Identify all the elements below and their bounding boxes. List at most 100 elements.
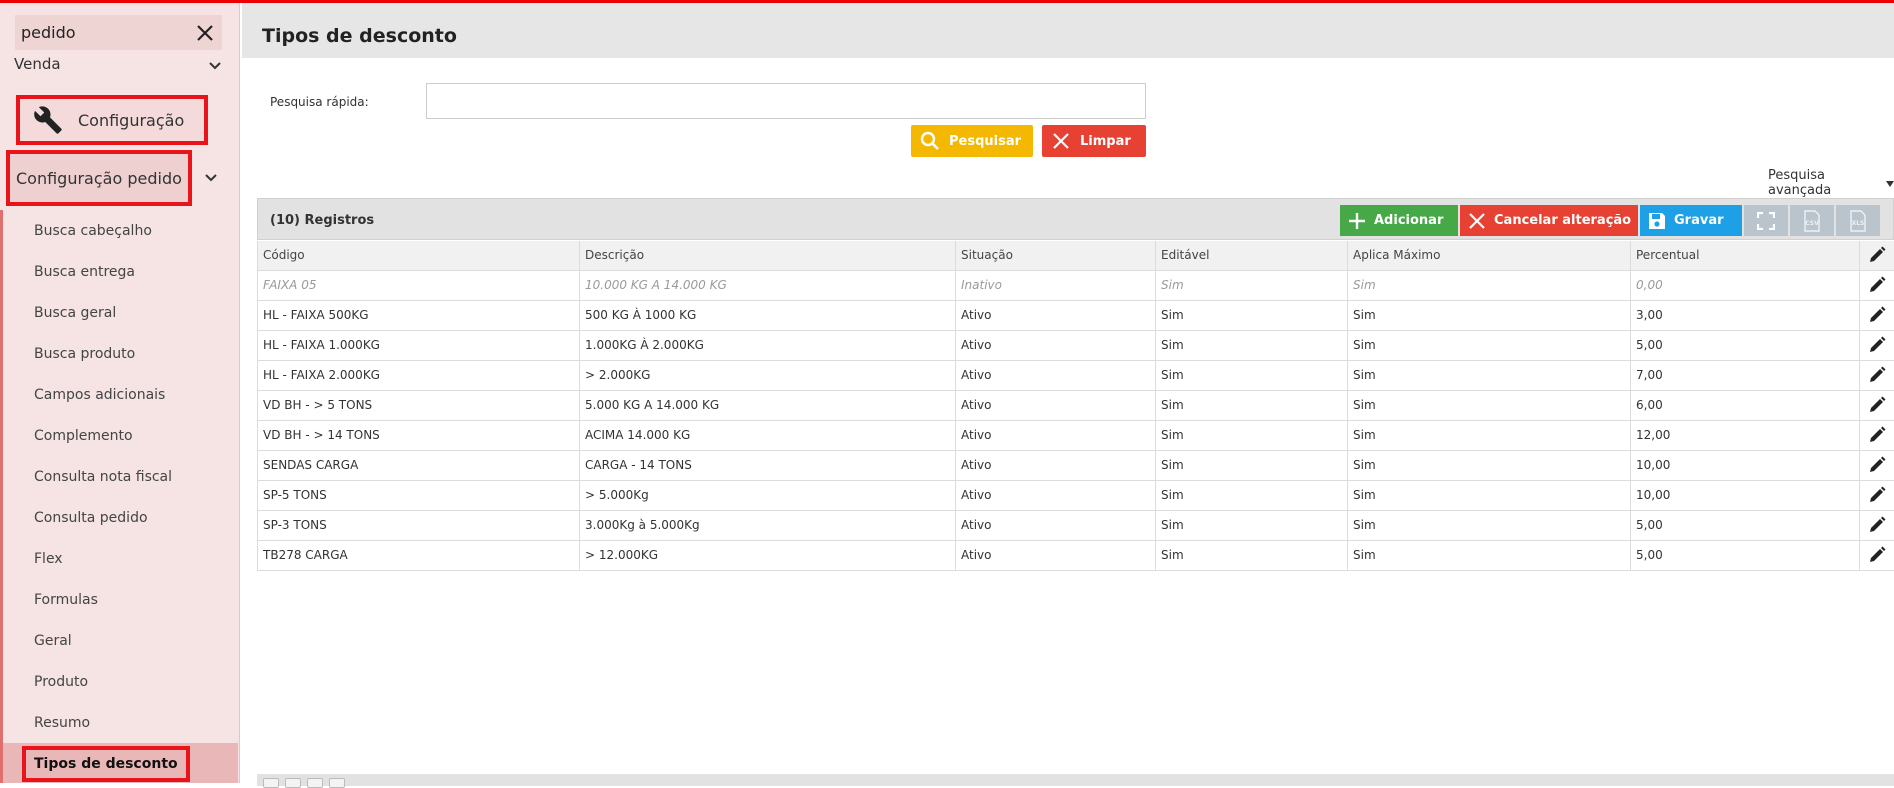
edit-row-button[interactable] [1860, 420, 1894, 450]
sidebar-item-tipos-de-desconto[interactable]: Tipos de desconto [3, 743, 238, 783]
column-header-editavel[interactable]: Editável [1156, 241, 1348, 270]
table-row[interactable]: VD BH - > 5 TONS5.000 KG A 14.000 KGAtiv… [258, 390, 1894, 420]
sidebar-item-flex[interactable]: Flex [3, 538, 238, 579]
fullscreen-button[interactable] [1744, 205, 1788, 236]
column-header-aplica-maximo[interactable]: Aplica Máximo [1348, 241, 1631, 270]
table-row[interactable]: SENDAS CARGACARGA - 14 TONSAtivoSimSim10… [258, 450, 1894, 480]
previous-page-button[interactable] [285, 778, 301, 788]
table-cell: Ativo [956, 510, 1156, 540]
edit-row-button[interactable] [1860, 330, 1894, 360]
sidebar-item-formulas[interactable]: Formulas [3, 579, 238, 620]
sidebar-item-geral[interactable]: Geral [3, 620, 238, 661]
sidebar-item-produto[interactable]: Produto [3, 661, 238, 702]
edit-row-button[interactable] [1860, 390, 1894, 420]
edit-row-button[interactable] [1860, 450, 1894, 480]
sidebar-item-busca-entrega[interactable]: Busca entrega [3, 251, 238, 292]
table-cell: SENDAS CARGA [258, 450, 580, 480]
column-header-percentual[interactable]: Percentual [1631, 241, 1860, 270]
table-row[interactable]: HL - FAIXA 2.000KG> 2.000KGAtivoSimSim7,… [258, 360, 1894, 390]
first-page-button[interactable] [263, 778, 279, 788]
save-button[interactable]: Gravar [1640, 205, 1742, 236]
table-cell: Sim [1156, 540, 1348, 570]
last-page-button[interactable] [329, 778, 345, 788]
table-cell: Sim [1348, 330, 1631, 360]
table-cell: Sim [1348, 270, 1631, 300]
sidebar-item-configuracao[interactable]: Configuração [16, 95, 208, 145]
table-cell: HL - FAIXA 500KG [258, 300, 580, 330]
table-cell: Ativo [956, 390, 1156, 420]
table-cell: Ativo [956, 420, 1156, 450]
table-row[interactable]: HL - FAIXA 1.000KG1.000KG À 2.000KGAtivo… [258, 330, 1894, 360]
pagination-bar [257, 774, 1894, 786]
edit-row-button[interactable] [1860, 510, 1894, 540]
table-row[interactable]: SP-3 TONS3.000Kg à 5.000KgAtivoSimSim5,0… [258, 510, 1894, 540]
sidebar-item-campos-adicionais[interactable]: Campos adicionais [3, 374, 238, 415]
edit-row-button[interactable] [1860, 270, 1894, 300]
sidebar-item-label: Busca cabeçalho [34, 223, 152, 239]
add-button[interactable]: Adicionar [1340, 205, 1458, 236]
title-bar: Tipos de desconto [242, 3, 1894, 58]
table-row[interactable]: SP-5 TONS> 5.000KgAtivoSimSim10,00 [258, 480, 1894, 510]
pencil-icon [1864, 302, 1890, 328]
table-cell: Sim [1348, 480, 1631, 510]
column-header-situacao[interactable]: Situação [956, 241, 1156, 270]
edit-row-button[interactable] [1860, 300, 1894, 330]
table-cell: HL - FAIXA 1.000KG [258, 330, 580, 360]
close-icon[interactable] [188, 16, 222, 50]
table-cell: FAIXA 05 [258, 270, 580, 300]
quick-search-input[interactable] [426, 83, 1146, 119]
column-header-codigo[interactable]: Código [258, 241, 580, 270]
sidebar-item-configuracao-pedido[interactable]: Configuração pedido [6, 150, 192, 206]
xls-file-icon: XLS [1836, 210, 1880, 232]
sidebar-item-busca-cabecalho[interactable]: Busca cabeçalho [3, 210, 238, 251]
next-page-button[interactable] [307, 778, 323, 788]
sidebar-item-complemento[interactable]: Complemento [3, 415, 238, 456]
table-row[interactable]: HL - FAIXA 500KG500 KG À 1000 KGAtivoSim… [258, 300, 1894, 330]
sidebar-item-label: Configuração [78, 111, 184, 130]
cancel-changes-button[interactable]: Cancelar alteração [1460, 205, 1638, 236]
table-cell: > 12.000KG [580, 540, 956, 570]
edit-row-button[interactable] [1860, 360, 1894, 390]
column-header-edit[interactable] [1860, 241, 1894, 270]
chevron-down-icon[interactable] [196, 166, 226, 190]
edit-row-button[interactable] [1860, 540, 1894, 570]
table-cell: Sim [1348, 510, 1631, 540]
advanced-search-toggle[interactable]: Pesquisa avançada [1768, 168, 1894, 198]
sidebar-item-resumo[interactable]: Resumo [3, 702, 238, 743]
table-cell: Sim [1156, 300, 1348, 330]
table-cell: 3,00 [1631, 300, 1860, 330]
table-cell: VD BH - > 14 TONS [258, 420, 580, 450]
table-cell: Sim [1156, 510, 1348, 540]
table-cell: 5,00 [1631, 540, 1860, 570]
pencil-icon [1864, 422, 1890, 448]
table-cell: 5.000 KG A 14.000 KG [580, 390, 956, 420]
cancel-changes-label: Cancelar alteração [1494, 213, 1631, 228]
table-cell: Sim [1348, 420, 1631, 450]
sidebar-item-consulta-nota-fiscal[interactable]: Consulta nota fiscal [3, 456, 238, 497]
sidebar-item-label: Consulta pedido [34, 510, 148, 526]
menu-search-input[interactable]: pedido [15, 15, 222, 50]
sidebar-item-busca-produto[interactable]: Busca produto [3, 333, 238, 374]
quick-search-label: Pesquisa rápida: [270, 95, 369, 109]
table-row[interactable]: TB278 CARGA> 12.000KGAtivoSimSim5,00 [258, 540, 1894, 570]
export-xls-button[interactable]: XLS [1836, 205, 1880, 236]
column-header-descricao[interactable]: Descrição [580, 241, 956, 270]
menu-search-value[interactable]: pedido [21, 23, 188, 42]
export-csv-button[interactable]: CSV [1790, 205, 1834, 236]
clear-button-label: Limpar [1080, 134, 1131, 149]
table-row[interactable]: VD BH - > 14 TONSACIMA 14.000 KGAtivoSim… [258, 420, 1894, 450]
search-button[interactable]: Pesquisar [911, 125, 1033, 157]
clear-button[interactable]: Limpar [1042, 125, 1146, 157]
table-row[interactable]: FAIXA 0510.000 KG A 14.000 KGInativoSimS… [258, 270, 1894, 300]
table-cell: Ativo [956, 540, 1156, 570]
sidebar-item-busca-geral[interactable]: Busca geral [3, 292, 238, 333]
edit-row-button[interactable] [1860, 480, 1894, 510]
table-cell: Sim [1156, 390, 1348, 420]
sidebar-item-venda[interactable]: Venda [0, 52, 230, 80]
table-cell: Sim [1156, 480, 1348, 510]
table-cell: Sim [1156, 330, 1348, 360]
table-cell: Sim [1348, 360, 1631, 390]
table-cell: SP-3 TONS [258, 510, 580, 540]
top-accent-line [0, 0, 1894, 3]
sidebar-item-consulta-pedido[interactable]: Consulta pedido [3, 497, 238, 538]
